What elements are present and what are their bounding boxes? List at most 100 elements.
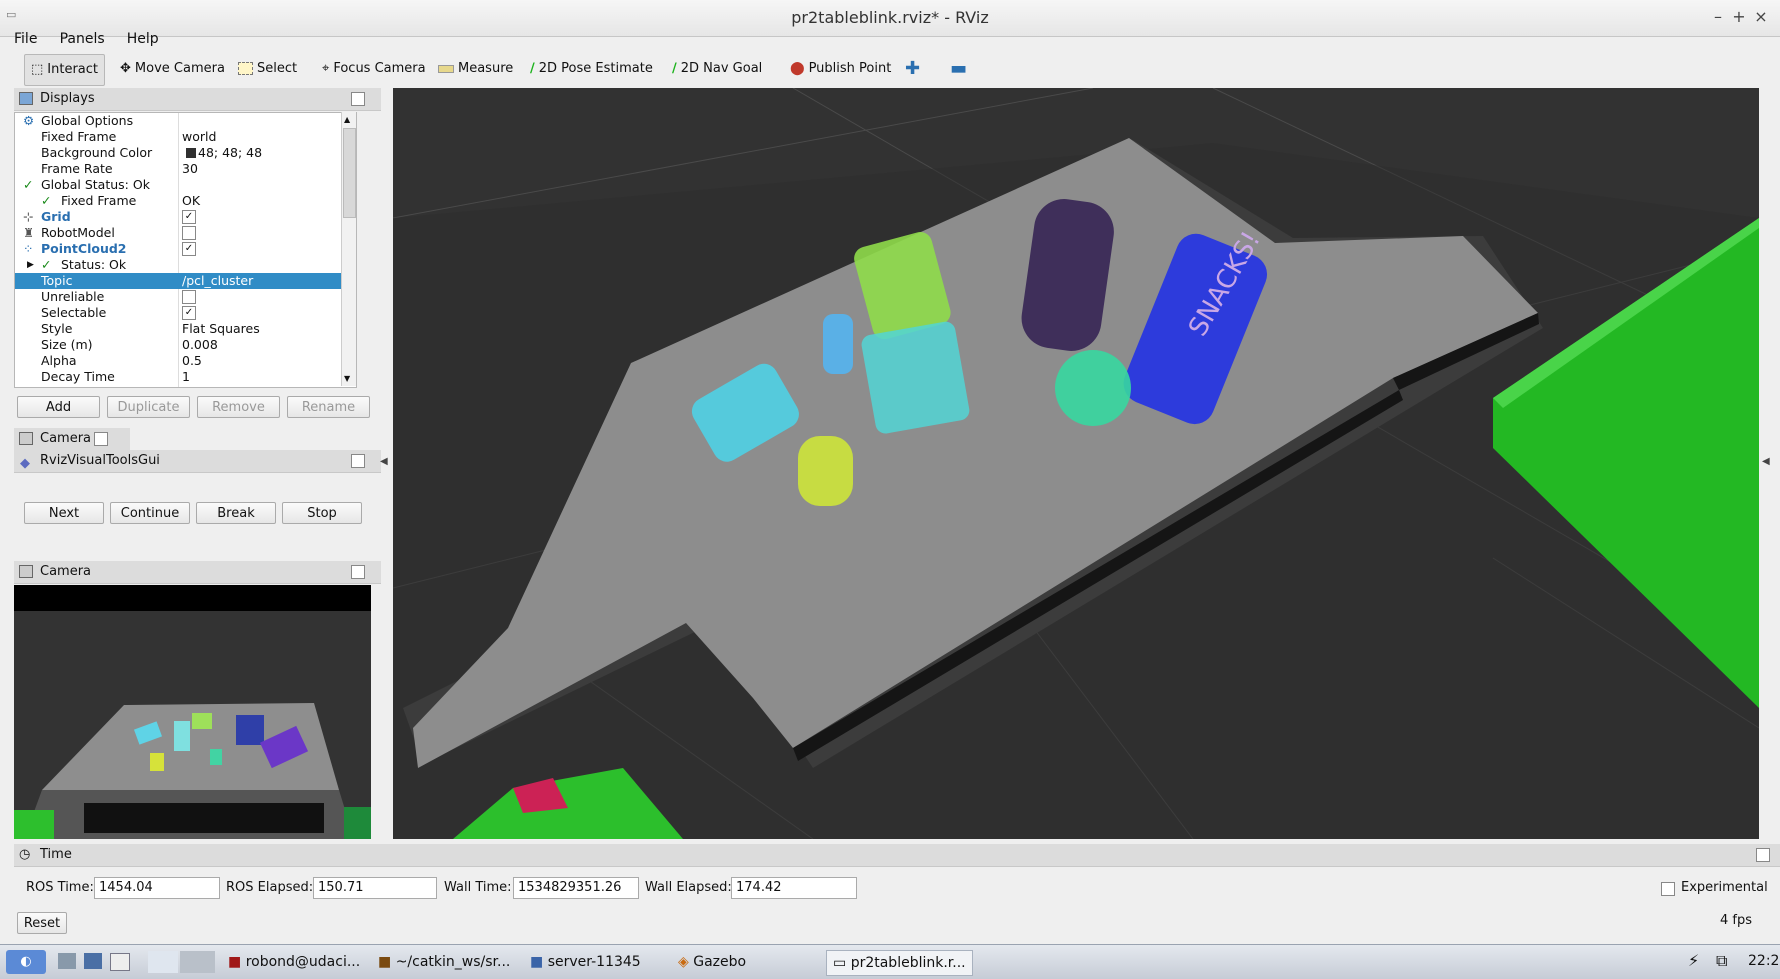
tree-row-decay-time[interactable]: Decay Time 1 xyxy=(15,369,356,385)
row-value[interactable]: /pcl_cluster xyxy=(182,273,253,289)
focus-camera-label: Focus Camera xyxy=(333,61,426,76)
selectable-checkbox[interactable]: ✓ xyxy=(182,306,196,320)
start-menu-icon[interactable]: ◐ xyxy=(6,950,46,974)
camera-panel-float-toggle[interactable] xyxy=(351,565,365,579)
tool-bar: ⬚ Interact ✥ Move Camera Select ⌖ Focus Cam… xyxy=(14,52,1764,86)
wall-elapsed-field[interactable]: 174.42 xyxy=(731,877,857,899)
pointcloud2-enabled-checkbox[interactable]: ✓ xyxy=(182,242,196,256)
tree-row-selectable[interactable]: Selectable ✓ xyxy=(15,305,356,321)
continue-button[interactable]: Continue xyxy=(110,502,190,524)
menu-bar: File Panels Help xyxy=(14,31,177,53)
camera-view[interactable] xyxy=(14,585,371,839)
rviz-tools-title: RvizVisualToolsGui xyxy=(40,453,160,468)
tree-row-size[interactable]: Size (m) 0.008 xyxy=(15,337,356,353)
row-value[interactable]: world xyxy=(182,129,216,145)
scroll-up-icon[interactable]: ▲ xyxy=(344,115,350,124)
tree-row-alpha[interactable]: Alpha 0.5 xyxy=(15,353,356,369)
break-button[interactable]: Break xyxy=(196,502,276,524)
tree-row-background-color[interactable]: Background Color 48; 48; 48 xyxy=(15,145,356,161)
row-value[interactable]: 1 xyxy=(182,369,190,385)
taskbar-item-terminal[interactable]: ■ robond@udaci... xyxy=(228,950,360,974)
stop-button[interactable]: Stop xyxy=(282,502,362,524)
rename-button[interactable]: Rename xyxy=(287,396,370,418)
ros-time-field[interactable]: 1454.04 xyxy=(94,877,220,899)
tree-row-grid[interactable]: ⊹ Grid ✓ xyxy=(15,209,356,225)
displays-title: Displays xyxy=(40,91,95,106)
row-key: Decay Time xyxy=(41,369,115,384)
unreliable-checkbox[interactable] xyxy=(182,290,196,304)
publish-point-button[interactable]: ⬤ Publish Point xyxy=(784,54,897,84)
menu-file[interactable]: File xyxy=(14,31,37,47)
add-button[interactable]: Add xyxy=(17,396,100,418)
display-icon[interactable]: ⧉ xyxy=(1716,951,1727,971)
2d-pose-estimate-button[interactable]: ∕ 2D Pose Estimate xyxy=(524,54,659,84)
wall-time-field[interactable]: 1534829351.26 xyxy=(513,877,639,899)
grid-enabled-checkbox[interactable]: ✓ xyxy=(182,210,196,224)
camera-tab-float-toggle[interactable] xyxy=(94,432,108,446)
focus-camera-button[interactable]: ⌖ Focus Camera xyxy=(316,54,432,84)
remove-button[interactable]: Remove xyxy=(197,396,280,418)
select-button[interactable]: Select xyxy=(232,54,303,84)
tree-row-unreliable[interactable]: Unreliable xyxy=(15,289,356,305)
robot-model-checkbox[interactable] xyxy=(182,226,196,240)
tree-row-frame-rate[interactable]: Frame Rate 30 xyxy=(15,161,356,177)
row-key: Topic xyxy=(41,273,73,288)
measure-button[interactable]: Measure xyxy=(432,54,519,84)
color-swatch[interactable] xyxy=(186,148,196,158)
file-manager-icon[interactable] xyxy=(58,953,76,969)
menu-help[interactable]: Help xyxy=(127,31,159,47)
minimize-icon[interactable]: – xyxy=(1708,7,1728,26)
time-float-toggle[interactable] xyxy=(1756,848,1770,862)
experimental-checkbox[interactable] xyxy=(1661,882,1675,896)
row-value[interactable]: 30 xyxy=(182,161,198,177)
2d-nav-goal-button[interactable]: ∕ 2D Nav Goal xyxy=(666,54,768,84)
nav-goal-label: 2D Nav Goal xyxy=(680,61,763,76)
tree-row-style[interactable]: Style Flat Squares xyxy=(15,321,356,337)
tree-row-fixed-frame-status[interactable]: ✓ Fixed Frame OK xyxy=(15,193,356,209)
row-value[interactable]: 0.5 xyxy=(182,353,202,369)
desktop-switch-icon[interactable] xyxy=(148,951,178,973)
3d-viewport[interactable]: SNACKS! xyxy=(393,88,1759,839)
tree-row-status-ok[interactable]: ▶ ✓ Status: Ok xyxy=(15,257,356,273)
left-collapse-icon[interactable]: ◀ xyxy=(380,456,388,467)
scroll-thumb[interactable] xyxy=(343,128,356,218)
tree-row-pointcloud2[interactable]: ⁘ PointCloud2 ✓ xyxy=(15,241,356,257)
ros-elapsed-field[interactable]: 150.71 xyxy=(313,877,437,899)
camera-tab-header[interactable]: Camera xyxy=(14,428,130,451)
tree-row-global-options[interactable]: ⚙ Global Options xyxy=(15,113,356,129)
taskbar-item-server[interactable]: ■ server-11345 xyxy=(530,950,641,974)
window-app-icon[interactable] xyxy=(110,953,130,971)
reset-button[interactable]: Reset xyxy=(17,912,67,934)
move-camera-button[interactable]: ✥ Move Camera xyxy=(114,54,231,84)
desktop-switch-icon-2[interactable] xyxy=(180,951,215,973)
taskbar-item-editor[interactable]: ■ ~/catkin_ws/sr... xyxy=(378,950,510,974)
expand-arrow-icon[interactable]: ▶ xyxy=(27,257,34,273)
window-title: pr2tableblink.rviz* - RViz xyxy=(791,8,989,27)
monitor-app-icon[interactable] xyxy=(84,953,102,969)
select-icon xyxy=(238,62,253,75)
displays-scrollbar[interactable]: ▲ ▼ xyxy=(341,112,356,386)
next-button[interactable]: Next xyxy=(24,502,104,524)
duplicate-button[interactable]: Duplicate xyxy=(107,396,190,418)
tree-row-fixed-frame[interactable]: Fixed Frame world xyxy=(15,129,356,145)
add-tool-icon[interactable]: ✚ xyxy=(899,54,926,84)
displays-tree: ⚙ Global Options Fixed Frame world Backg… xyxy=(14,112,357,388)
tree-row-robot-model[interactable]: ♜ RobotModel xyxy=(15,225,356,241)
row-value[interactable]: Flat Squares xyxy=(182,321,260,337)
tree-row-topic[interactable]: Topic /pcl_cluster xyxy=(15,273,356,289)
remove-tool-icon[interactable]: ▬ xyxy=(944,54,973,84)
row-value[interactable]: 0.008 xyxy=(182,337,218,353)
close-icon[interactable]: × xyxy=(1751,7,1771,26)
menu-panels[interactable]: Panels xyxy=(60,31,105,47)
taskbar-item-rviz[interactable]: ▭ pr2tableblink.r... xyxy=(826,950,973,976)
network-icon[interactable]: ⚡ xyxy=(1688,951,1699,970)
maximize-icon[interactable]: + xyxy=(1729,7,1749,26)
taskbar-item-gazebo[interactable]: ◈ Gazebo xyxy=(678,950,746,974)
rviz-tools-float-toggle[interactable] xyxy=(351,454,365,468)
displays-float-toggle[interactable] xyxy=(351,92,365,106)
taskbar-label: robond@udaci... xyxy=(245,954,361,970)
tree-row-global-status[interactable]: ✓ Global Status: Ok xyxy=(15,177,356,193)
right-collapse-icon[interactable]: ◀ xyxy=(1762,456,1770,467)
scroll-down-icon[interactable]: ▼ xyxy=(344,374,350,383)
interact-tool-button[interactable]: ⬚ Interact xyxy=(24,54,106,86)
